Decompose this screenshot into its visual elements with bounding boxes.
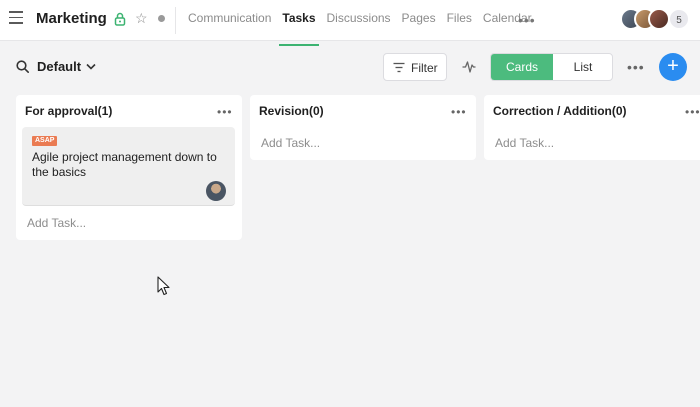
tab-discussions[interactable]: Discussions — [327, 0, 391, 41]
page-title: Marketing — [36, 10, 107, 27]
task-title: Agile project management down to the bas… — [32, 150, 217, 179]
avatar — [648, 8, 670, 30]
filter-label: Filter — [411, 61, 438, 75]
add-task-link[interactable]: Add Task... — [261, 136, 320, 150]
activity-icon[interactable] — [462, 60, 476, 74]
column-more-icon[interactable]: ••• — [685, 106, 700, 118]
filter-icon — [393, 62, 405, 73]
add-task-link[interactable]: Add Task... — [495, 136, 554, 150]
column-more-icon[interactable]: ••• — [217, 106, 233, 118]
search-icon[interactable] — [16, 60, 29, 73]
filter-button[interactable]: Filter — [383, 53, 447, 81]
status-dot-icon[interactable] — [158, 15, 165, 22]
menu-icon[interactable] — [9, 11, 23, 25]
chevron-down-icon[interactable] — [86, 63, 96, 70]
star-icon[interactable]: ☆ — [135, 10, 148, 26]
avatar[interactable] — [206, 181, 226, 201]
top-header: Marketing ☆ Communication Tasks Discussi… — [0, 0, 700, 46]
add-task-button[interactable]: + — [659, 53, 687, 81]
toolbar-more-icon[interactable]: ••• — [627, 60, 645, 74]
board-column-revision: Revision(0) ••• Add Task... — [250, 95, 476, 160]
tab-pages[interactable]: Pages — [402, 0, 436, 41]
add-task-link[interactable]: Add Task... — [27, 216, 86, 230]
lock-icon[interactable] — [114, 12, 126, 26]
mouse-cursor-icon — [157, 276, 170, 296]
view-selector[interactable]: Default — [37, 59, 81, 74]
member-avatars[interactable]: 5 — [620, 8, 690, 30]
list-view-button[interactable]: List — [553, 54, 612, 80]
view-mode-toggle: Cards List — [490, 53, 613, 81]
column-title: Correction / Addition(0) — [493, 104, 627, 118]
priority-badge: ASAP — [32, 136, 58, 146]
tab-bar: Communication Tasks Discussions Pages Fi… — [188, 0, 543, 46]
member-count-badge: 5 — [668, 8, 690, 30]
tab-communication[interactable]: Communication — [188, 0, 271, 41]
column-more-icon[interactable]: ••• — [451, 106, 467, 118]
tab-tasks[interactable]: Tasks — [279, 0, 319, 46]
column-title: For approval(1) — [25, 104, 113, 118]
cards-view-button[interactable]: Cards — [491, 54, 553, 80]
header-divider — [175, 7, 176, 34]
tabs-more-icon[interactable]: ••• — [518, 13, 536, 27]
task-card[interactable]: ASAP Agile project management down to th… — [22, 127, 235, 206]
column-title: Revision(0) — [259, 104, 324, 118]
tab-files[interactable]: Files — [447, 0, 472, 41]
board-column-correction-addition: Correction / Addition(0) ••• Add Task... — [484, 95, 700, 160]
board-column-for-approval: For approval(1) ••• ASAP Agile project m… — [16, 95, 242, 240]
